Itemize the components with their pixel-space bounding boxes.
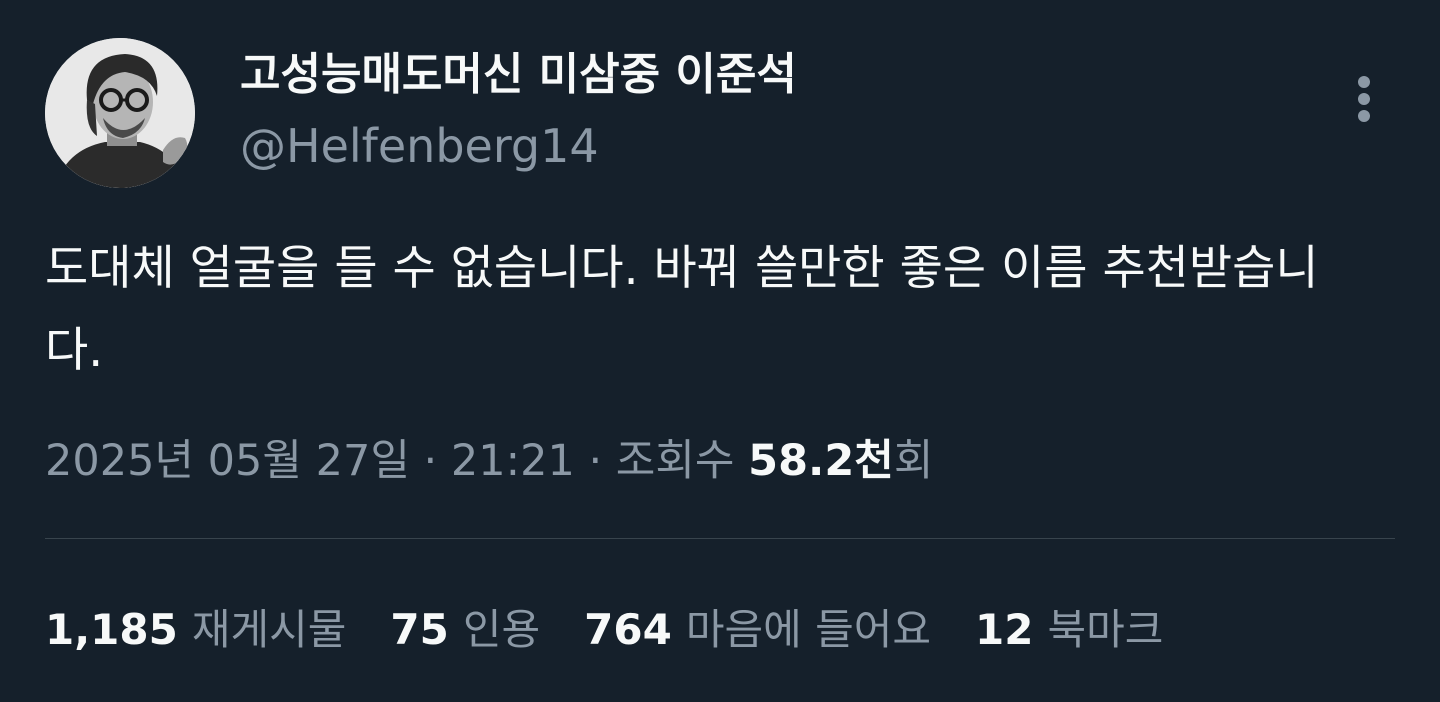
stat-count: 1,185 xyxy=(45,604,178,654)
stat-reposts[interactable]: 1,185 재게시물 xyxy=(45,596,346,657)
tweet-text: 도대체 얼굴을 들 수 없습니다. 바꿔 쓸만한 좋은 이름 추천받습니다. xyxy=(45,241,1319,378)
author-handle[interactable]: @Helfenberg14 xyxy=(240,115,599,177)
stat-bookmarks[interactable]: 12 북마크 xyxy=(975,596,1163,657)
stat-count: 75 xyxy=(390,604,449,654)
tweet-meta: 2025년 05월 27일 · 21:21 · 조회수 58.2천회 xyxy=(45,426,933,496)
stat-label: 북마크 xyxy=(1047,604,1164,654)
views-count: 58.2천 xyxy=(748,436,894,486)
stat-quotes[interactable]: 75 인용 xyxy=(390,596,540,657)
divider xyxy=(45,538,1395,539)
stat-count: 12 xyxy=(975,604,1034,654)
avatar[interactable] xyxy=(45,38,195,188)
stat-likes[interactable]: 764 마음에 들어요 xyxy=(584,596,931,657)
views-suffix: 회 xyxy=(893,436,934,486)
stat-label: 재게시물 xyxy=(191,604,347,654)
more-options-button[interactable] xyxy=(1336,66,1392,130)
author-display-name[interactable]: 고성능매도머신 미삼중 이준석 xyxy=(240,44,797,106)
stat-count: 764 xyxy=(584,604,672,654)
stat-label: 마음에 들어요 xyxy=(685,604,932,654)
stat-label: 인용 xyxy=(462,604,541,654)
tweet-timestamp[interactable]: 2025년 05월 27일 · 21:21 · 조회수 xyxy=(45,436,748,486)
avatar-photo xyxy=(45,38,195,188)
engagement-stats: 1,185 재게시물 75 인용 764 마음에 들어요 12 북마크 xyxy=(45,592,1207,660)
